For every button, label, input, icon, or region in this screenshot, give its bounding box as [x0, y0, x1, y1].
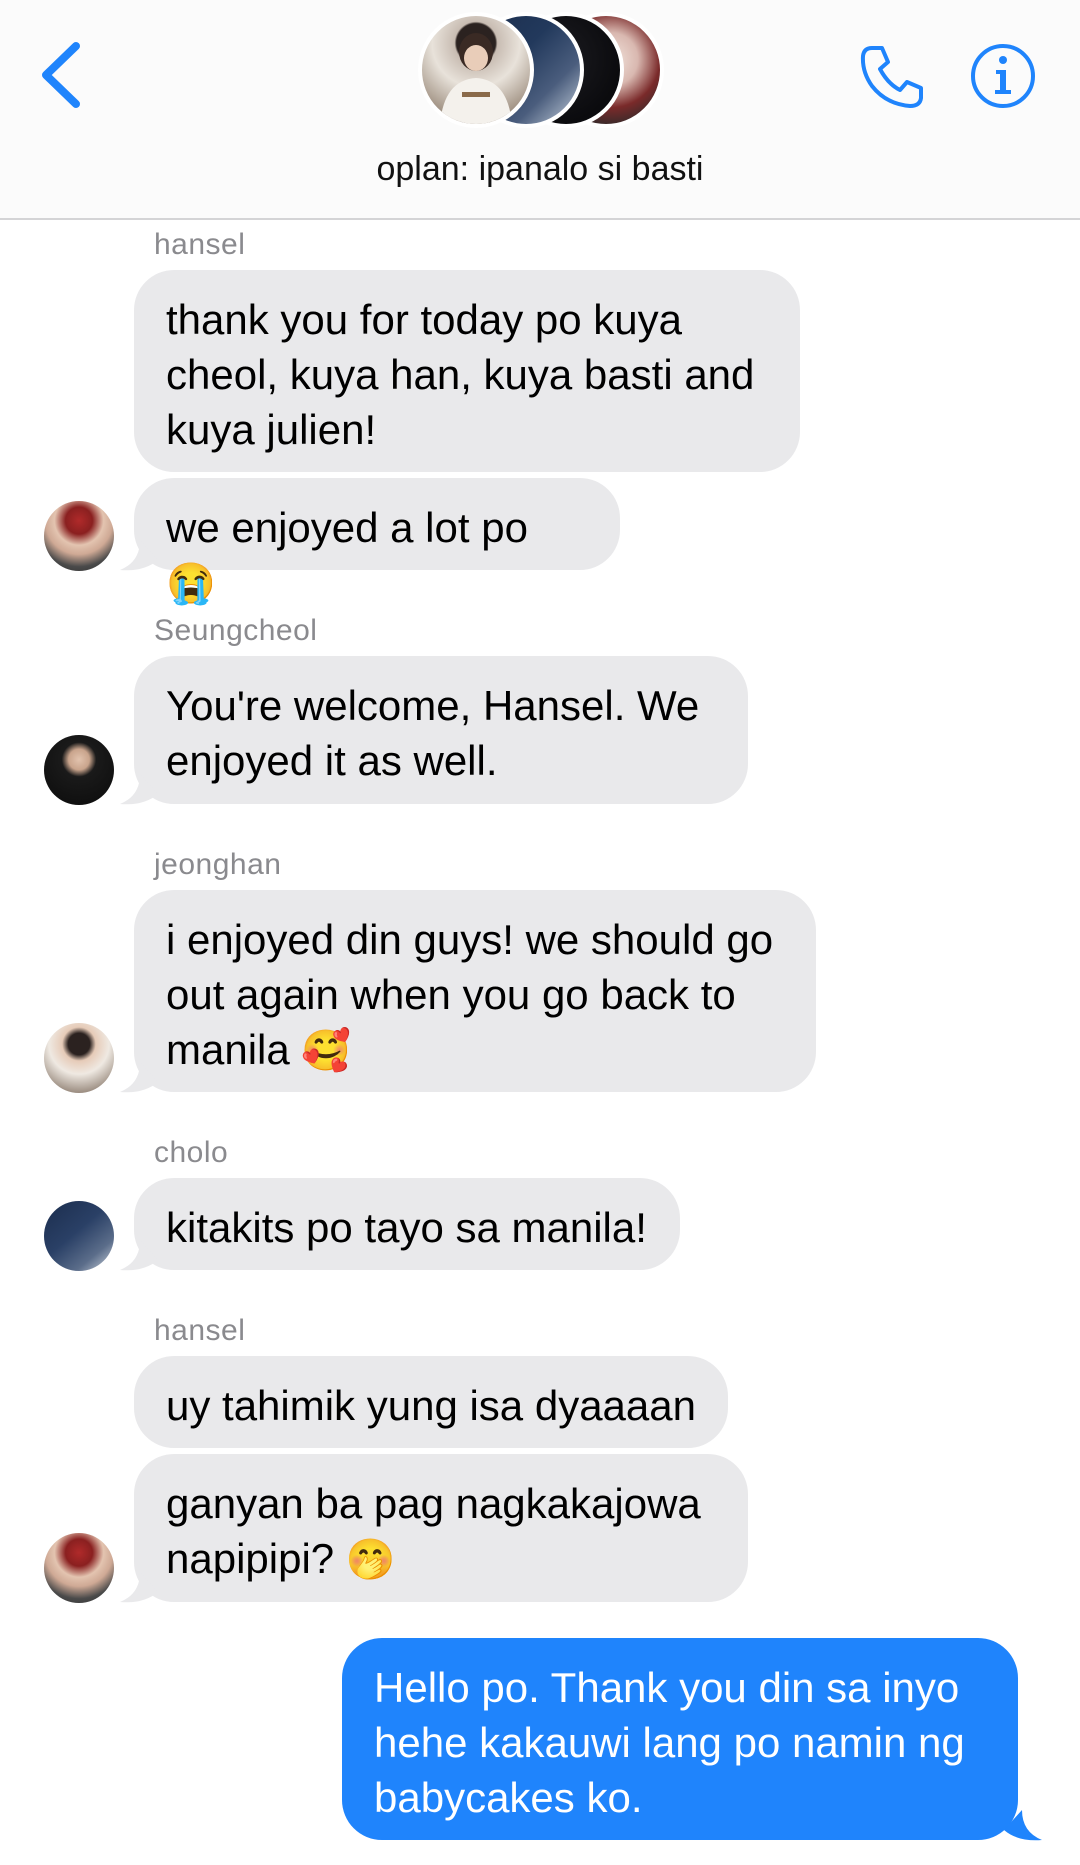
avatar-cholo[interactable] [44, 1201, 114, 1271]
loudly-crying-emoji: 😭 [166, 562, 216, 606]
sender-name: jeonghan [154, 848, 282, 881]
conversation-header: oplan: ipanalo si basti [0, 0, 1080, 220]
bubble-tail [120, 774, 158, 805]
face-with-hand-over-mouth-emoji: 🤭 [345, 1538, 396, 1582]
avatar-seungcheol[interactable] [44, 735, 114, 805]
group-avatar-1 [418, 12, 534, 128]
message-bubble[interactable]: You're welcome, Hansel. We enjoyed it as… [134, 656, 748, 804]
sender-name: hansel [154, 228, 246, 261]
chevron-left-icon [42, 42, 80, 108]
message-text: Hello po. Thank you din sa inyo hehe kak… [374, 1664, 965, 1821]
group-name[interactable]: oplan: ipanalo si basti [0, 150, 1080, 189]
message-text: thank you for today po kuya cheol, kuya … [166, 296, 755, 453]
bubble-tail [120, 1062, 158, 1093]
bubble-tail [120, 1240, 158, 1271]
avatar-jeonghan[interactable] [44, 1023, 114, 1093]
message-text: i enjoyed din guys! we should go out aga… [166, 916, 774, 1073]
smiling-face-with-hearts-emoji: 🥰 [301, 1029, 352, 1073]
message-text: ganyan ba pag nagkakajowa napipipi? [166, 1480, 701, 1582]
bubble-tail-outgoing [1004, 1810, 1042, 1841]
message-bubble[interactable]: we enjoyed a lot po 😭 [134, 478, 620, 606]
message-bubble[interactable]: thank you for today po kuya cheol, kuya … [134, 270, 800, 472]
message-bubble-outgoing[interactable]: Hello po. Thank you din sa inyo hehe kak… [342, 1638, 1018, 1840]
info-icon [971, 44, 1035, 108]
group-avatars[interactable] [412, 12, 668, 130]
call-button[interactable] [858, 42, 926, 110]
phone-icon [860, 46, 923, 108]
message-text: kitakits po tayo sa manila! [166, 1204, 647, 1251]
avatar-hansel[interactable] [44, 1533, 114, 1603]
back-button[interactable] [38, 38, 88, 108]
sender-name: Seungcheol [154, 614, 318, 647]
avatar-hansel[interactable] [44, 501, 114, 571]
bubble-tail [120, 1572, 158, 1603]
message-bubble[interactable]: i enjoyed din guys! we should go out aga… [134, 890, 816, 1092]
info-button[interactable] [969, 42, 1037, 110]
message-bubble[interactable]: uy tahimik yung isa dyaaaan [134, 1356, 728, 1448]
bubble-tail [120, 540, 158, 571]
message-bubble[interactable]: kitakits po tayo sa manila! [134, 1178, 680, 1270]
sender-name: cholo [154, 1136, 229, 1169]
message-text: we enjoyed a lot po [166, 504, 528, 551]
group-avatar-1-figure [440, 33, 512, 124]
sender-name: hansel [154, 1314, 246, 1347]
message-bubble[interactable]: ganyan ba pag nagkakajowa napipipi? 🤭 [134, 1454, 748, 1602]
message-text: uy tahimik yung isa dyaaaan [166, 1382, 696, 1429]
message-text: You're welcome, Hansel. We enjoyed it as… [166, 682, 700, 784]
